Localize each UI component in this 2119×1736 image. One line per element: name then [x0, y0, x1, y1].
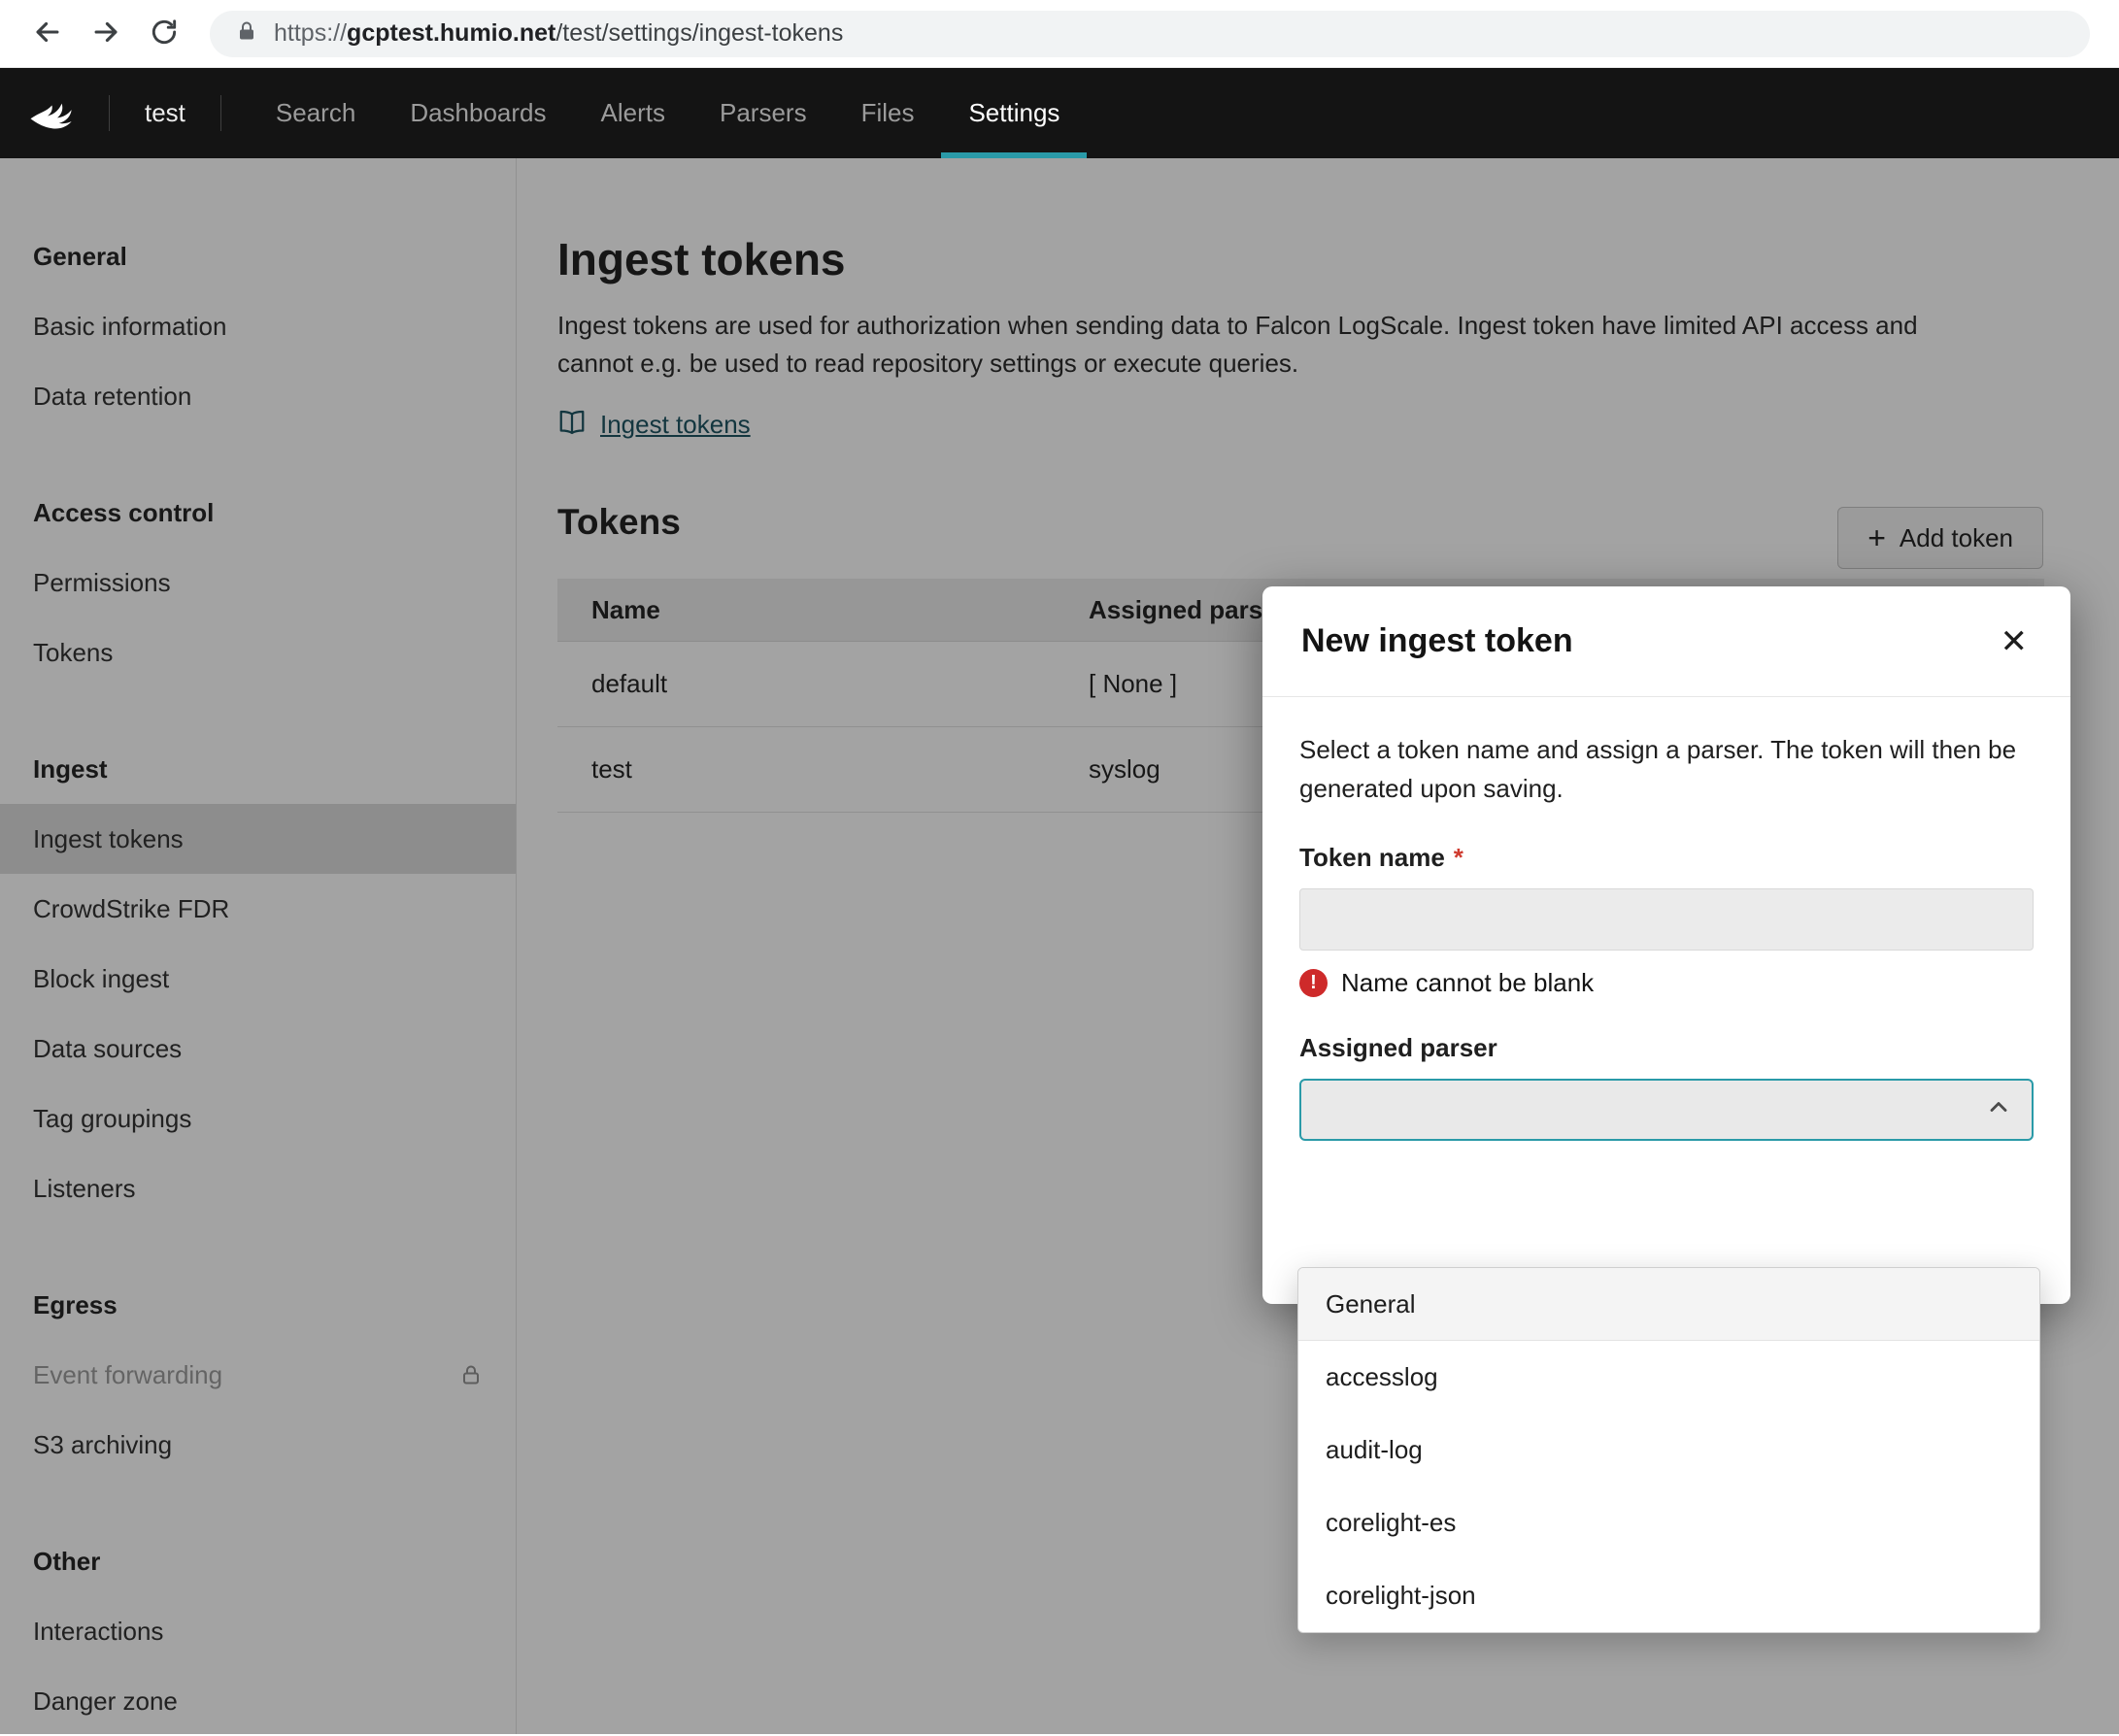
url-text: https://gcptest.humio.net/test/settings/…	[274, 19, 843, 48]
nav-item-files[interactable]: Files	[834, 68, 942, 158]
forward-button[interactable]	[80, 8, 132, 60]
assigned-parser-select[interactable]	[1299, 1079, 2034, 1141]
close-button[interactable]: ✕	[2001, 625, 2029, 658]
validation-error: ! Name cannot be blank	[1299, 968, 2034, 998]
error-message: Name cannot be blank	[1341, 968, 1594, 998]
browser-chrome: https://gcptest.humio.net/test/settings/…	[0, 0, 2119, 68]
nav-item-settings[interactable]: Settings	[941, 68, 1087, 158]
dropdown-option-corelight-json[interactable]: corelight-json	[1298, 1559, 2039, 1632]
assigned-parser-label: Assigned parser	[1299, 1033, 2034, 1063]
falcon-logo-icon	[25, 88, 89, 138]
modal-description: Select a token name and assign a parser.…	[1299, 730, 2034, 808]
repo-name[interactable]: test	[110, 68, 220, 158]
modal-header: New ingest token ✕	[1262, 586, 2070, 697]
close-icon: ✕	[2001, 623, 2029, 660]
back-button[interactable]	[21, 8, 74, 60]
forward-icon	[89, 16, 122, 51]
modal-title: New ingest token	[1301, 622, 1573, 660]
lock-icon	[235, 19, 258, 48]
reload-icon	[149, 17, 180, 50]
chevron-up-icon	[1985, 1093, 2012, 1127]
dropdown-option-audit-log[interactable]: audit-log	[1298, 1414, 2039, 1486]
dropdown-option-accesslog[interactable]: accesslog	[1298, 1341, 2039, 1414]
reload-button[interactable]	[138, 8, 190, 60]
nav-item-dashboards[interactable]: Dashboards	[383, 68, 573, 158]
back-icon	[31, 16, 64, 51]
nav-item-parsers[interactable]: Parsers	[692, 68, 834, 158]
error-icon: !	[1299, 969, 1328, 997]
url-bar[interactable]: https://gcptest.humio.net/test/settings/…	[210, 11, 2090, 57]
nav-separator	[220, 95, 221, 131]
dropdown-option-general[interactable]: General	[1298, 1268, 2039, 1341]
falcon-logo[interactable]	[0, 68, 109, 158]
app-nav-bar: test Search Dashboards Alerts Parsers Fi…	[0, 68, 2119, 158]
required-marker: *	[1454, 843, 1463, 873]
parser-dropdown: General accesslog audit-log corelight-es…	[1297, 1267, 2040, 1633]
nav-item-alerts[interactable]: Alerts	[574, 68, 692, 158]
main-menu: Search Dashboards Alerts Parsers Files S…	[249, 68, 1088, 158]
new-ingest-token-modal: New ingest token ✕ Select a token name a…	[1262, 586, 2070, 1304]
dropdown-option-corelight-es[interactable]: corelight-es	[1298, 1486, 2039, 1559]
token-name-input[interactable]	[1299, 888, 2034, 951]
nav-item-search[interactable]: Search	[249, 68, 383, 158]
modal-body: Select a token name and assign a parser.…	[1262, 697, 2070, 1141]
token-name-label: Token name *	[1299, 843, 2034, 873]
